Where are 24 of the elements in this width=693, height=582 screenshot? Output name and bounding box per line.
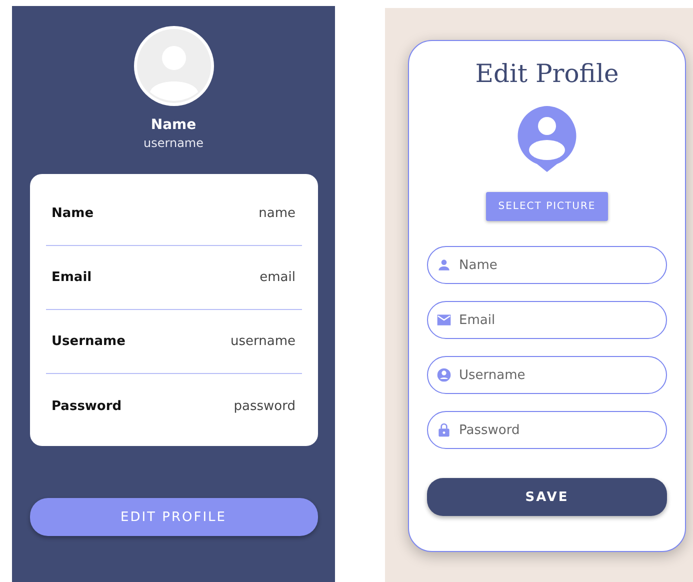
profile-picture-icon <box>517 106 577 172</box>
detail-label: Name <box>52 206 94 221</box>
input-field[interactable]: Password <box>427 411 667 449</box>
input-field[interactable]: Email <box>427 301 667 339</box>
select-picture-button[interactable]: SELECT PICTURE <box>486 192 608 221</box>
save-button[interactable]: SAVE <box>427 478 667 516</box>
detail-value: name <box>258 206 296 221</box>
profile-username: username <box>144 136 204 150</box>
edit-profile-button[interactable]: EDIT PROFILE <box>30 498 318 536</box>
profile-name: Name <box>150 117 196 133</box>
lock-icon <box>436 422 452 438</box>
account-icon <box>436 367 452 383</box>
detail-label: Password <box>52 398 122 414</box>
detail-value: email <box>260 270 296 285</box>
input-field[interactable]: Username <box>427 356 667 394</box>
edit-title: Edit Profile <box>475 59 619 88</box>
detail-value: username <box>230 334 296 349</box>
detail-label: Email <box>52 270 92 285</box>
person-icon <box>436 257 452 273</box>
avatar-icon <box>134 26 214 106</box>
input-field[interactable]: Name <box>427 246 667 284</box>
detail-value: password <box>234 398 296 414</box>
detail-label: Username <box>52 334 126 349</box>
mail-icon <box>436 312 452 328</box>
